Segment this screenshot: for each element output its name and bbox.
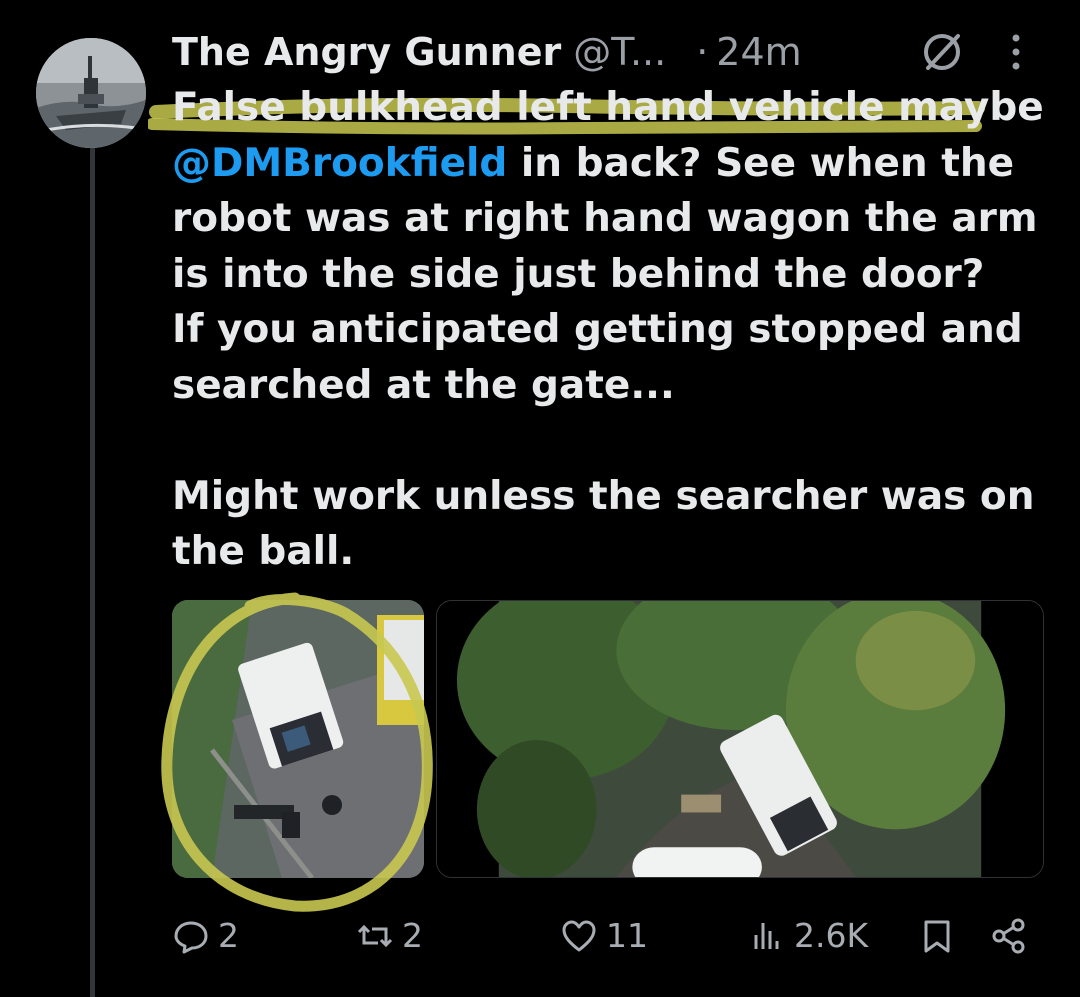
tweet-line: in back? See when the [507, 140, 1015, 186]
aerial-photo-trees-icon [437, 601, 1043, 877]
more-options-icon[interactable] [1008, 32, 1024, 72]
bookmark-button[interactable] [918, 908, 964, 964]
repost-count: 2 [402, 916, 423, 955]
grok-icon[interactable] [920, 30, 964, 74]
bookmark-icon [924, 920, 950, 953]
repost-arrows-icon [357, 924, 393, 948]
mention-link[interactable]: @DMBrookfield [172, 141, 507, 186]
handle[interactable]: @T... [573, 30, 666, 74]
warship-avatar-icon [36, 38, 146, 148]
share-button[interactable] [990, 908, 1036, 964]
aerial-photo-van-icon [172, 600, 424, 878]
tweet-line: Might work unless the searcher was on [172, 473, 1035, 519]
tweet-line: the ball. [172, 529, 355, 574]
action-bar: 2 2 11 2.6K [172, 908, 1052, 964]
view-count: 2.6K [794, 916, 869, 955]
tweet-line: If you anticipated getting stopped and [172, 307, 1023, 352]
speech-bubble-icon [174, 921, 208, 954]
media-image-1[interactable] [172, 600, 424, 878]
bar-chart-icon [754, 923, 779, 949]
thread-line [90, 128, 95, 997]
reply-button[interactable]: 2 [172, 908, 239, 964]
like-button[interactable]: 11 [560, 908, 648, 964]
tweet-view: The Angry Gunner @T... · 24m False bulkh… [0, 0, 1080, 997]
tweet-line: is into the side just behind the door? [172, 251, 985, 297]
repost-button[interactable]: 2 [356, 908, 423, 964]
tweet-header: The Angry Gunner @T... · 24m [172, 24, 1052, 80]
reply-count: 2 [218, 916, 239, 955]
tweet-line: False bulkhead left hand vehicle maybe [172, 85, 1044, 130]
separator-dot: · [696, 30, 709, 74]
heart-icon [562, 920, 596, 952]
views-button[interactable]: 2.6K [748, 908, 868, 964]
display-name[interactable]: The Angry Gunner [172, 30, 561, 74]
avatar[interactable] [36, 38, 146, 148]
tweet-line: searched at the gate... [172, 362, 675, 408]
tweet-text: False bulkhead left hand vehicle maybe @… [172, 80, 1052, 580]
media-image-2[interactable] [436, 600, 1044, 878]
like-count: 11 [606, 916, 648, 955]
timestamp[interactable]: 24m [716, 30, 801, 74]
tweet-line: robot was at right hand wagon the arm [172, 196, 1038, 241]
share-icon [992, 918, 1025, 954]
